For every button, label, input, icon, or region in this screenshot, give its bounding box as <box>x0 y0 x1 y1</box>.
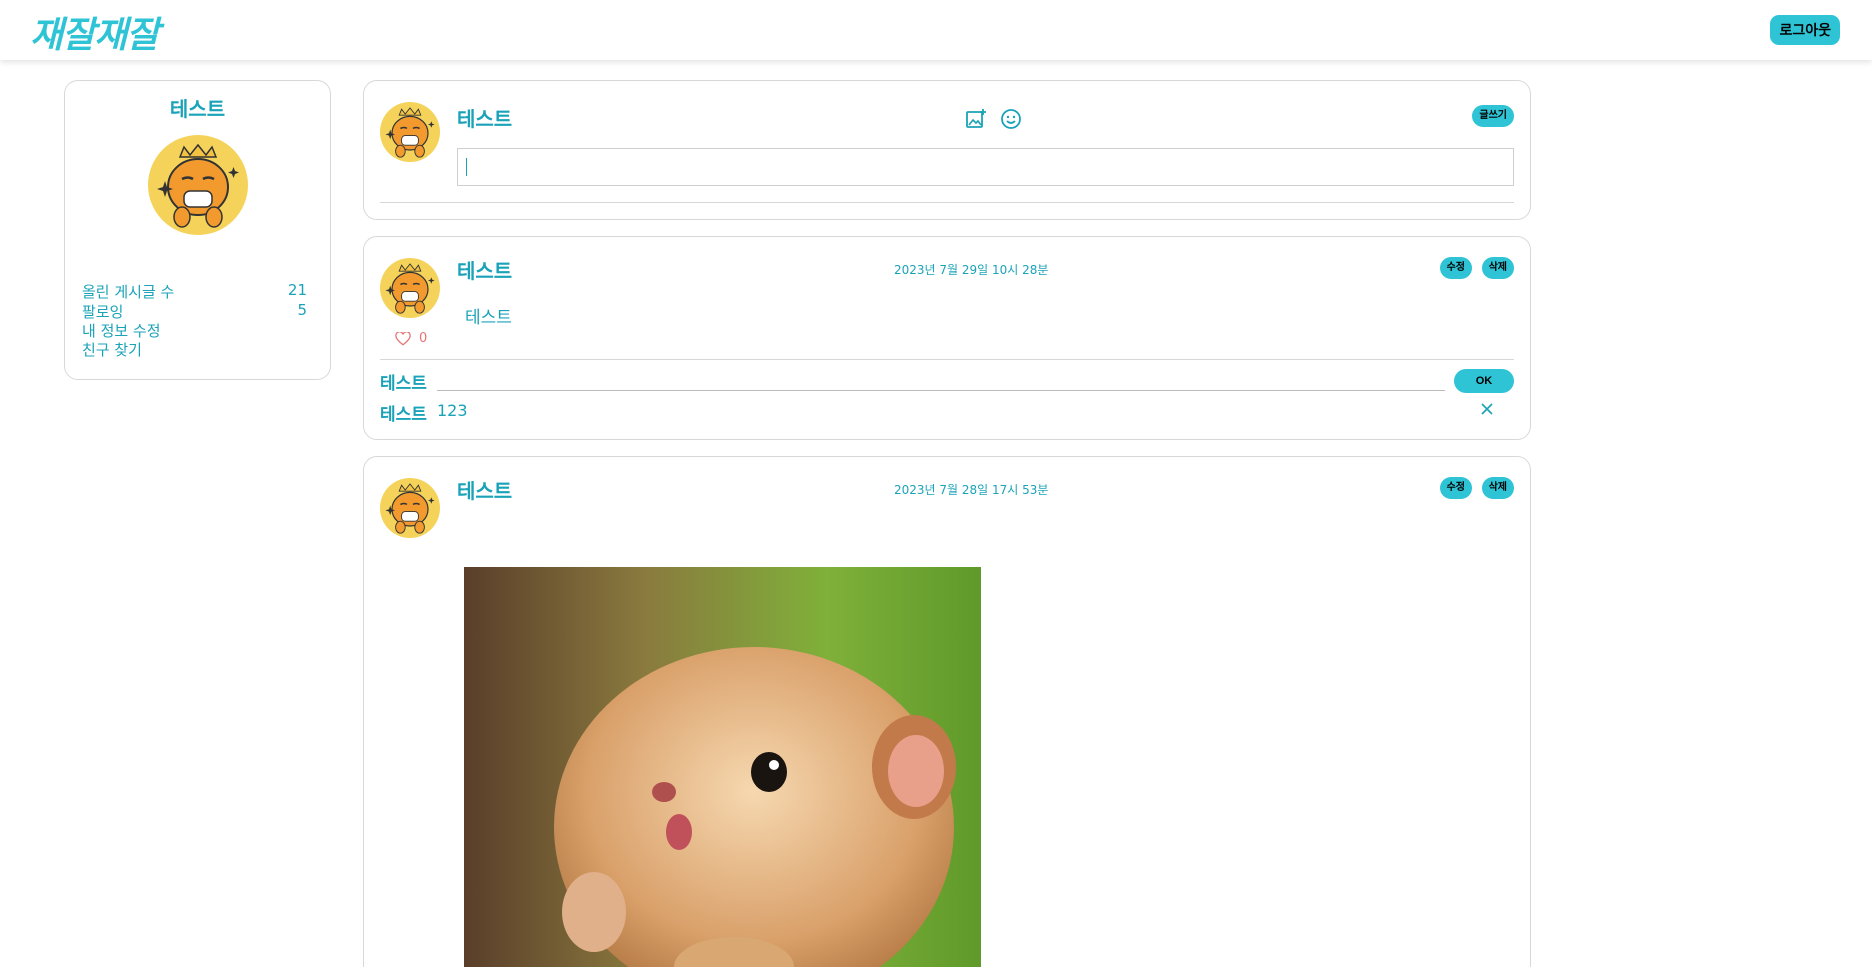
post-username[interactable]: 테스트 <box>457 255 512 284</box>
top-navigation-bar: 재잘재잘 로그아웃 <box>0 0 1872 60</box>
emoji-icon[interactable] <box>999 107 1023 131</box>
composer-divider <box>380 202 1514 203</box>
stat-posts: 올린 게시글 수 21 <box>82 281 307 302</box>
post-composer: 테스트 글쓰기 <box>363 80 1531 220</box>
find-friends-label[interactable]: 친구 찾기 <box>82 339 142 360</box>
delete-post-button[interactable]: 삭제 <box>1481 477 1514 499</box>
delete-post-button[interactable]: 삭제 <box>1481 257 1514 279</box>
close-icon[interactable] <box>1480 402 1494 416</box>
post-content: 테스트 <box>465 308 512 328</box>
edit-profile-link[interactable]: 내 정보 수정 <box>82 320 307 341</box>
stat-posts-label: 올린 게시글 수 <box>82 283 175 301</box>
stat-following[interactable]: 팔로잉 5 <box>82 301 307 322</box>
heart-icon[interactable] <box>395 331 411 346</box>
image-add-icon[interactable] <box>964 107 988 131</box>
comment-input-username: 테스트 <box>380 374 427 394</box>
post-image <box>464 567 981 967</box>
comment-ok-button[interactable]: OK <box>1454 369 1514 393</box>
comment-username: 테스트 <box>380 405 427 425</box>
composer-avatar <box>380 102 440 162</box>
write-post-button[interactable]: 글쓰기 <box>1472 105 1514 127</box>
profile-name: 테스트 <box>169 97 226 121</box>
post-date: 2023년 7월 28일 17시 53분 <box>894 483 1049 497</box>
stat-following-label: 팔로잉 <box>82 303 124 321</box>
find-friends-link[interactable]: 친구 찾기 <box>82 339 307 360</box>
post-content-input[interactable] <box>457 148 1514 186</box>
post-card: 테스트 2023년 7월 28일 17시 53분 수정 삭제 <box>363 456 1531 967</box>
edit-profile-label[interactable]: 내 정보 수정 <box>82 320 161 341</box>
composer-username: 테스트 <box>457 107 513 131</box>
post-date: 2023년 7월 29일 10시 28분 <box>894 263 1049 277</box>
edit-post-button[interactable]: 수정 <box>1439 257 1472 279</box>
post-username[interactable]: 테스트 <box>457 475 512 504</box>
like-control[interactable]: 0 <box>395 331 427 346</box>
stat-posts-value: 21 <box>287 281 307 299</box>
edit-post-button[interactable]: 수정 <box>1439 477 1472 499</box>
logout-button[interactable]: 로그아웃 <box>1770 15 1840 45</box>
profile-card: 테스트 올린 게시글 수 21 팔로잉 5 내 정보 수정 친구 찾기 <box>64 80 331 380</box>
comment-text: 123 <box>437 401 468 420</box>
post-avatar <box>380 478 440 538</box>
profile-avatar <box>148 135 248 235</box>
post-card: 테스트 2023년 7월 29일 10시 28분 수정 삭제 테스트 0 테스트… <box>363 236 1531 440</box>
comment-input[interactable] <box>437 390 1445 391</box>
post-divider <box>380 359 1514 360</box>
app-logo[interactable]: 재잘재잘 <box>30 6 159 58</box>
post-avatar <box>380 258 440 318</box>
like-count: 0 <box>419 331 428 346</box>
stat-following-value: 5 <box>297 301 307 319</box>
